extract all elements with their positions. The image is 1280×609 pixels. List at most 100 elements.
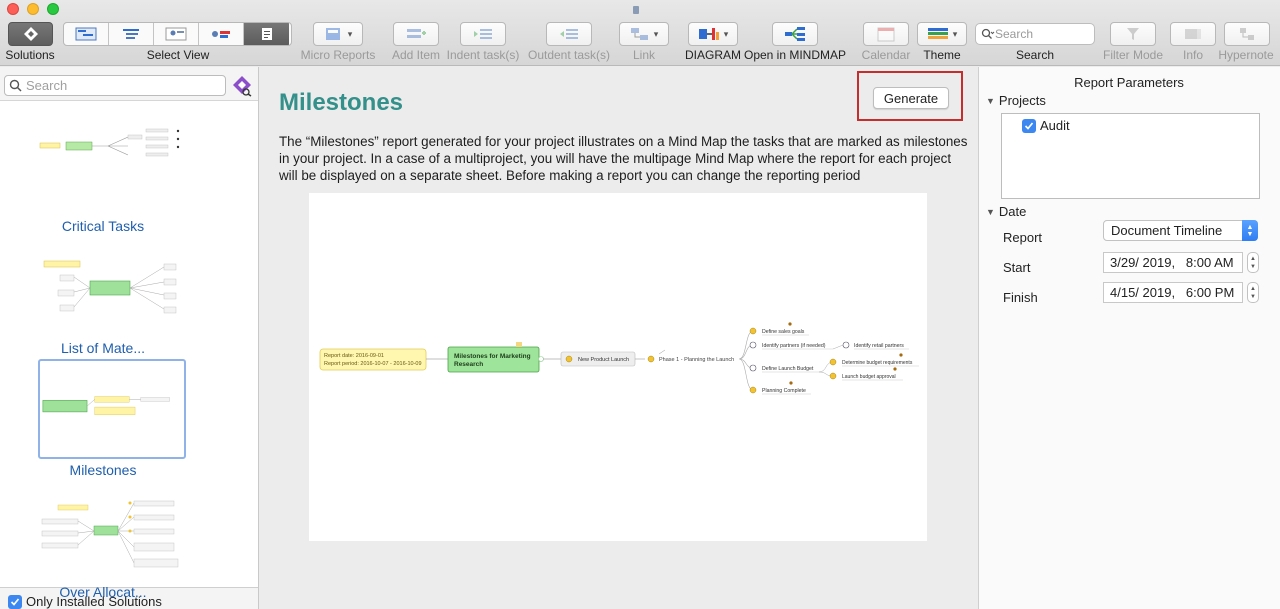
solutions-icon	[23, 27, 38, 41]
calendar-button[interactable]	[863, 22, 909, 46]
start-date-field[interactable]: 3/29/ 2019, 8:00 AM	[1103, 252, 1243, 273]
outdent-label: Outdent task(s)	[527, 48, 611, 62]
disclosure-triangle-icon: ▼	[986, 95, 995, 106]
start-date-picker[interactable]: 3/29/ 2019, 8:00 AM ▲ ▼	[1103, 252, 1259, 273]
outdent-button[interactable]	[546, 22, 592, 46]
central-topic-text-1: Milestones for Marketing	[454, 353, 531, 360]
task-7-text: Planning Complete	[762, 388, 806, 394]
checkbox-checked-icon	[1022, 118, 1036, 133]
micro-reports-icon	[325, 28, 340, 40]
only-installed-checkbox[interactable]: Only Installed Solutions	[8, 594, 162, 609]
view-gantt-button[interactable]	[64, 23, 109, 45]
select-view-control[interactable]	[63, 22, 292, 46]
task-3-text: Identify retail partners	[854, 343, 904, 349]
solutions-label: Solutions	[5, 48, 55, 62]
sidebar-search-input[interactable]: Search	[4, 75, 226, 96]
theme-button[interactable]: ▾	[917, 22, 967, 46]
view-team-button[interactable]	[199, 23, 244, 45]
projects-section-toggle[interactable]: ▼ Projects	[986, 93, 1046, 108]
start-label: Start	[1003, 260, 1031, 275]
calendar-icon	[877, 27, 895, 42]
phase-topic-text: Phase 1 - Planning the Launch	[659, 357, 734, 363]
select-view-label: Select View	[146, 48, 210, 62]
mindmap-icon	[785, 27, 805, 41]
theme-icon	[927, 28, 948, 39]
solution-item-list-of-materials[interactable]: List of Mate...	[0, 223, 258, 356]
search-label: Search	[1015, 48, 1055, 62]
finish-date-stepper[interactable]: ▲ ▼	[1247, 282, 1259, 303]
report-type-select[interactable]: Document Timeline ▲ ▼	[1103, 220, 1258, 241]
report-period-text: Report period: 2016-10-07 - 2016-10-09	[324, 361, 422, 367]
indent-button[interactable]	[460, 22, 506, 46]
task-6-text: Launch budget approval	[842, 374, 896, 380]
solution-item-milestones[interactable]: Milestones	[0, 345, 258, 478]
gantt-icon	[75, 27, 97, 41]
disclosure-triangle-icon: ▼	[986, 206, 995, 217]
projects-label: Projects	[998, 93, 1046, 108]
toolbar: Solutions Select View ▾ Micro Reports Ad…	[0, 0, 1280, 66]
solutions-sidebar: Search Critical Tasks List of Mate... Mi…	[0, 67, 259, 609]
add-item-label: Add Item	[391, 48, 441, 62]
view-outline-button[interactable]	[109, 23, 154, 45]
indent-label: Indent task(s)	[446, 48, 520, 62]
search-icon	[981, 28, 995, 39]
central-topic-text-2: Research	[454, 361, 483, 368]
toolbar-search-placeholder: Search	[995, 27, 1034, 41]
diagram-button[interactable]: ▾	[688, 22, 738, 46]
project-item-audit[interactable]: Audit	[1022, 118, 1070, 133]
task-4-text: Define Launch Budget	[762, 366, 814, 372]
info-button[interactable]	[1170, 22, 1216, 46]
info-label: Info	[1182, 48, 1204, 62]
solutions-button[interactable]	[8, 22, 53, 46]
project-item-label: Audit	[1040, 118, 1070, 133]
view-report-button[interactable]	[244, 23, 289, 45]
finish-date-picker[interactable]: 4/15/ 2019, 6:00 PM ▲ ▼	[1103, 282, 1259, 303]
outline-icon	[123, 29, 139, 39]
finish-date-field[interactable]: 4/15/ 2019, 6:00 PM	[1103, 282, 1243, 303]
open-mindmap-label: Open in MINDMAP	[743, 48, 847, 62]
report-type-label: Report	[1003, 230, 1043, 245]
micro-reports-button[interactable]: ▾	[313, 22, 363, 46]
solution-item-over-allocated[interactable]: Over Allocat...	[0, 467, 258, 600]
filter-mode-button[interactable]	[1110, 22, 1156, 46]
start-date-stepper[interactable]: ▲ ▼	[1247, 252, 1259, 273]
indent-icon	[474, 29, 492, 39]
document-icon	[633, 6, 639, 14]
solution-item-critical-tasks[interactable]: Critical Tasks	[0, 101, 258, 234]
report-main-area: Milestones Generate The “Milestones” rep…	[260, 67, 977, 609]
info-icon	[1185, 29, 1201, 39]
only-installed-label: Only Installed Solutions	[26, 594, 162, 609]
outdent-icon	[560, 29, 578, 39]
page-title: Milestones	[279, 89, 404, 116]
zoom-window-button[interactable]	[47, 3, 59, 15]
minimize-window-button[interactable]	[27, 3, 39, 15]
report-icon	[261, 28, 272, 40]
mindmap-preview: Report date: 2016-09-01 Report period: 2…	[309, 193, 927, 541]
launch-topic-text: New Product Launch	[578, 357, 629, 363]
hypernote-label: Hypernote	[1218, 48, 1274, 62]
finish-label: Finish	[1003, 290, 1038, 305]
view-resources-button[interactable]	[154, 23, 199, 45]
report-type-value: Document Timeline	[1111, 223, 1223, 238]
search-icon	[9, 79, 22, 92]
solutions-list: Critical Tasks List of Mate... Milestone…	[0, 100, 258, 600]
link-button[interactable]: ▾	[619, 22, 669, 46]
task-1-text: Define sales goals	[762, 329, 805, 335]
link-icon	[630, 28, 648, 40]
open-mindmap-button[interactable]	[772, 22, 818, 46]
toolbar-search-input[interactable]: Search	[975, 23, 1095, 45]
date-section-toggle[interactable]: ▼ Date	[986, 204, 1026, 219]
hypernote-icon	[1240, 28, 1254, 40]
hypernote-button[interactable]	[1224, 22, 1270, 46]
mindmap-preview-image: Report date: 2016-09-01 Report period: 2…	[319, 322, 919, 395]
close-window-button[interactable]	[7, 3, 19, 15]
add-item-button[interactable]	[393, 22, 439, 46]
report-date-text: Report date: 2016-09-01	[324, 353, 384, 359]
conceptdraw-logo-icon[interactable]	[232, 75, 252, 97]
generate-button[interactable]: Generate	[873, 87, 949, 109]
link-label: Link	[632, 48, 656, 62]
date-label: Date	[998, 204, 1027, 219]
filter-icon	[1127, 28, 1139, 40]
checkbox-checked-icon	[8, 594, 22, 609]
filter-mode-label: Filter Mode	[1102, 48, 1164, 62]
